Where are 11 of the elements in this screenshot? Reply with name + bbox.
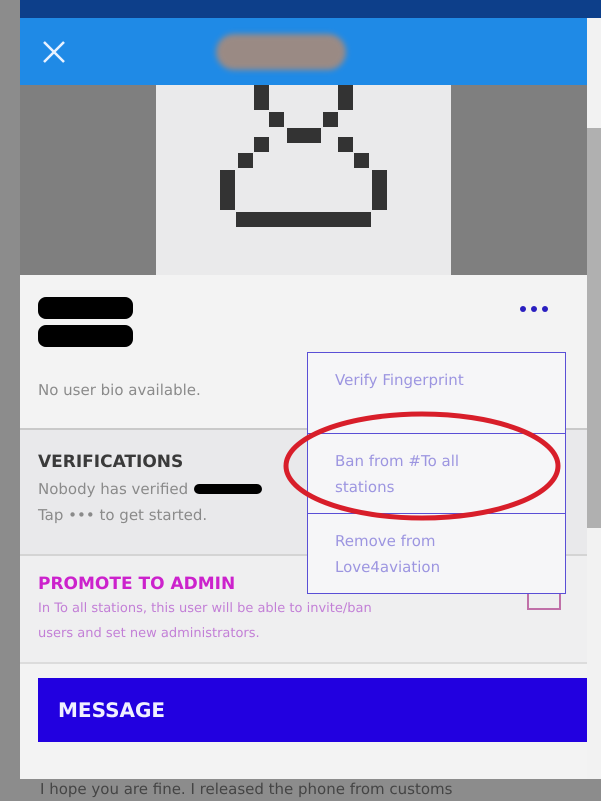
message-text: I hope you are fine. I released the phone from customs xyxy=(39,779,454,800)
menu-item[interactable]: Remove from Love4aviation xyxy=(308,513,565,593)
admin-description: In To all stations, this user will be able to invite/ban users and set new administrators. xyxy=(38,600,373,643)
message-button[interactable]: MESSAGE xyxy=(38,678,587,742)
section-title: PROMOTE TO ADMIN xyxy=(38,574,236,594)
section-title: VERIFICATIONS xyxy=(38,452,184,472)
verification-text: Nobody has verified xyxy=(38,480,188,498)
menu-item[interactable]: Verify Fingerprint xyxy=(308,353,565,433)
bio-text: No user bio available. xyxy=(38,381,201,399)
verification-text: Tap ••• to get started. xyxy=(38,506,208,524)
menu-item[interactable]: Ban from #To all stations xyxy=(308,433,565,513)
